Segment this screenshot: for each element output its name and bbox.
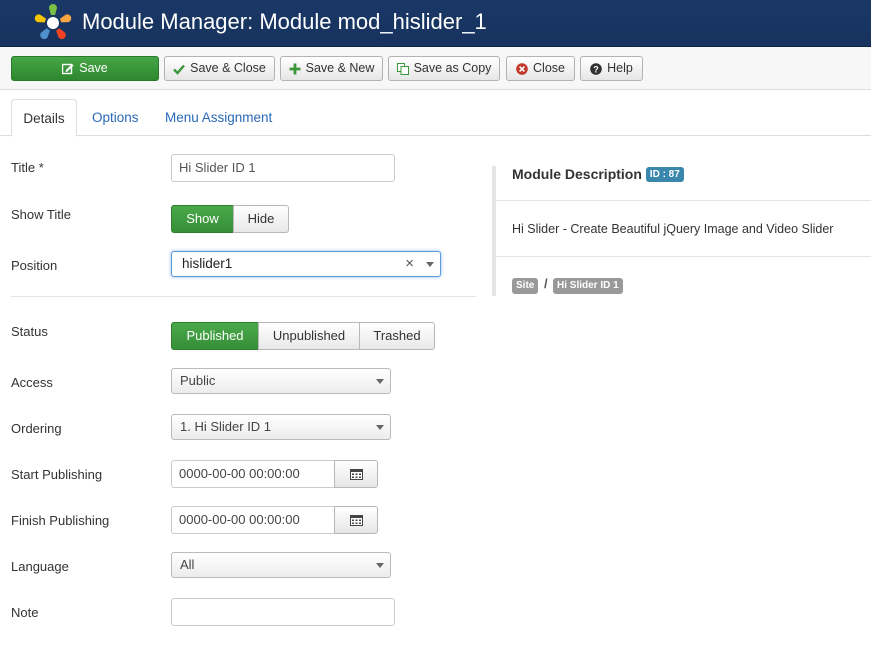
question-circle-icon: ? — [590, 62, 602, 75]
finish-publishing-input[interactable]: 0000-00-00 00:00:00 — [171, 506, 335, 534]
form-divider — [11, 296, 476, 297]
copy-icon — [396, 62, 409, 75]
page-title: Module Manager: Module mod_hislider_1 — [82, 9, 487, 34]
module-id-badge: ID : 87 — [645, 167, 684, 182]
module-description-heading: Module Description ID : 87 — [512, 166, 684, 182]
breadcrumb-site: Site — [512, 278, 539, 294]
save-close-button[interactable]: Save & Close — [164, 56, 275, 81]
breadcrumb-separator: / — [544, 276, 548, 291]
status-published-toggle[interactable]: Published — [171, 322, 259, 350]
tab-menu-assignment[interactable]: Menu Assignment — [165, 99, 272, 136]
finish-publishing-calendar-button[interactable] — [334, 506, 378, 534]
close-button[interactable]: Close — [506, 56, 575, 81]
chevron-down-icon — [426, 262, 434, 267]
finish-publishing-label: Finish Publishing — [11, 513, 110, 528]
calendar-icon — [349, 515, 363, 526]
note-label: Note — [11, 605, 39, 620]
svg-text:?: ? — [593, 64, 599, 74]
show-title-show-toggle[interactable]: Show — [171, 205, 234, 233]
save-as-copy-button[interactable]: Save as Copy — [388, 56, 500, 81]
tab-details[interactable]: Details — [11, 99, 77, 137]
close-circle-icon — [516, 62, 528, 75]
position-value: hislider1 — [182, 256, 233, 271]
ordering-select[interactable]: 1. Hi Slider ID 1 — [171, 414, 391, 440]
chevron-down-icon — [376, 563, 384, 568]
help-button[interactable]: ? Help — [580, 56, 643, 81]
access-value: Public — [180, 373, 216, 388]
sidebar-divider — [496, 256, 871, 257]
language-value: All — [180, 557, 195, 572]
start-publishing-label: Start Publishing — [11, 467, 103, 482]
language-label: Language — [11, 559, 69, 574]
note-input[interactable] — [171, 598, 395, 626]
tab-options[interactable]: Options — [92, 99, 139, 136]
tab-bar: Details Options Menu Assignment — [0, 99, 871, 137]
save-new-label: Save & New — [305, 61, 375, 75]
start-publishing-input[interactable]: 0000-00-00 00:00:00 — [171, 460, 335, 488]
module-description-text: Hi Slider - Create Beautiful jQuery Imag… — [512, 222, 834, 236]
access-label: Access — [11, 375, 53, 390]
save-as-copy-label: Save as Copy — [413, 61, 492, 75]
help-label: Help — [607, 61, 633, 75]
close-label: Close — [533, 61, 565, 75]
module-description-title: Module Description — [512, 166, 642, 182]
sidebar-divider — [496, 200, 871, 201]
save-label: Save — [79, 61, 108, 75]
title-label: Title * — [11, 160, 44, 175]
calendar-icon — [349, 469, 363, 480]
checkmark-icon — [173, 63, 186, 75]
joomla-logo-icon — [34, 4, 72, 40]
save-button[interactable]: Save — [11, 56, 159, 81]
status-trashed-toggle[interactable]: Trashed — [359, 322, 435, 350]
position-select[interactable]: hislider1 × — [171, 251, 441, 277]
ordering-label: Ordering — [11, 421, 62, 436]
edit-icon — [62, 63, 74, 75]
chevron-down-icon — [376, 379, 384, 384]
clear-position-icon[interactable]: × — [405, 252, 414, 276]
breadcrumb-module: Hi Slider ID 1 — [553, 278, 623, 294]
plus-icon — [289, 63, 301, 75]
title-input[interactable]: Hi Slider ID 1 — [171, 154, 395, 182]
sidebar-accent-bar — [492, 166, 496, 296]
show-title-hide-toggle[interactable]: Hide — [233, 205, 289, 233]
chevron-down-icon — [376, 425, 384, 430]
ordering-value: 1. Hi Slider ID 1 — [180, 419, 272, 434]
status-label: Status — [11, 324, 48, 339]
access-select[interactable]: Public — [171, 368, 391, 394]
status-unpublished-toggle[interactable]: Unpublished — [258, 322, 360, 350]
show-title-label: Show Title — [11, 207, 71, 222]
app-header: Module Manager: Module mod_hislider_1 — [0, 0, 871, 47]
language-select[interactable]: All — [171, 552, 391, 578]
save-close-label: Save & Close — [190, 61, 266, 75]
save-new-button[interactable]: Save & New — [280, 56, 383, 81]
toolbar: Save Save & Close Save & New Save as Cop… — [0, 47, 871, 90]
start-publishing-calendar-button[interactable] — [334, 460, 378, 488]
position-label: Position — [11, 258, 58, 273]
